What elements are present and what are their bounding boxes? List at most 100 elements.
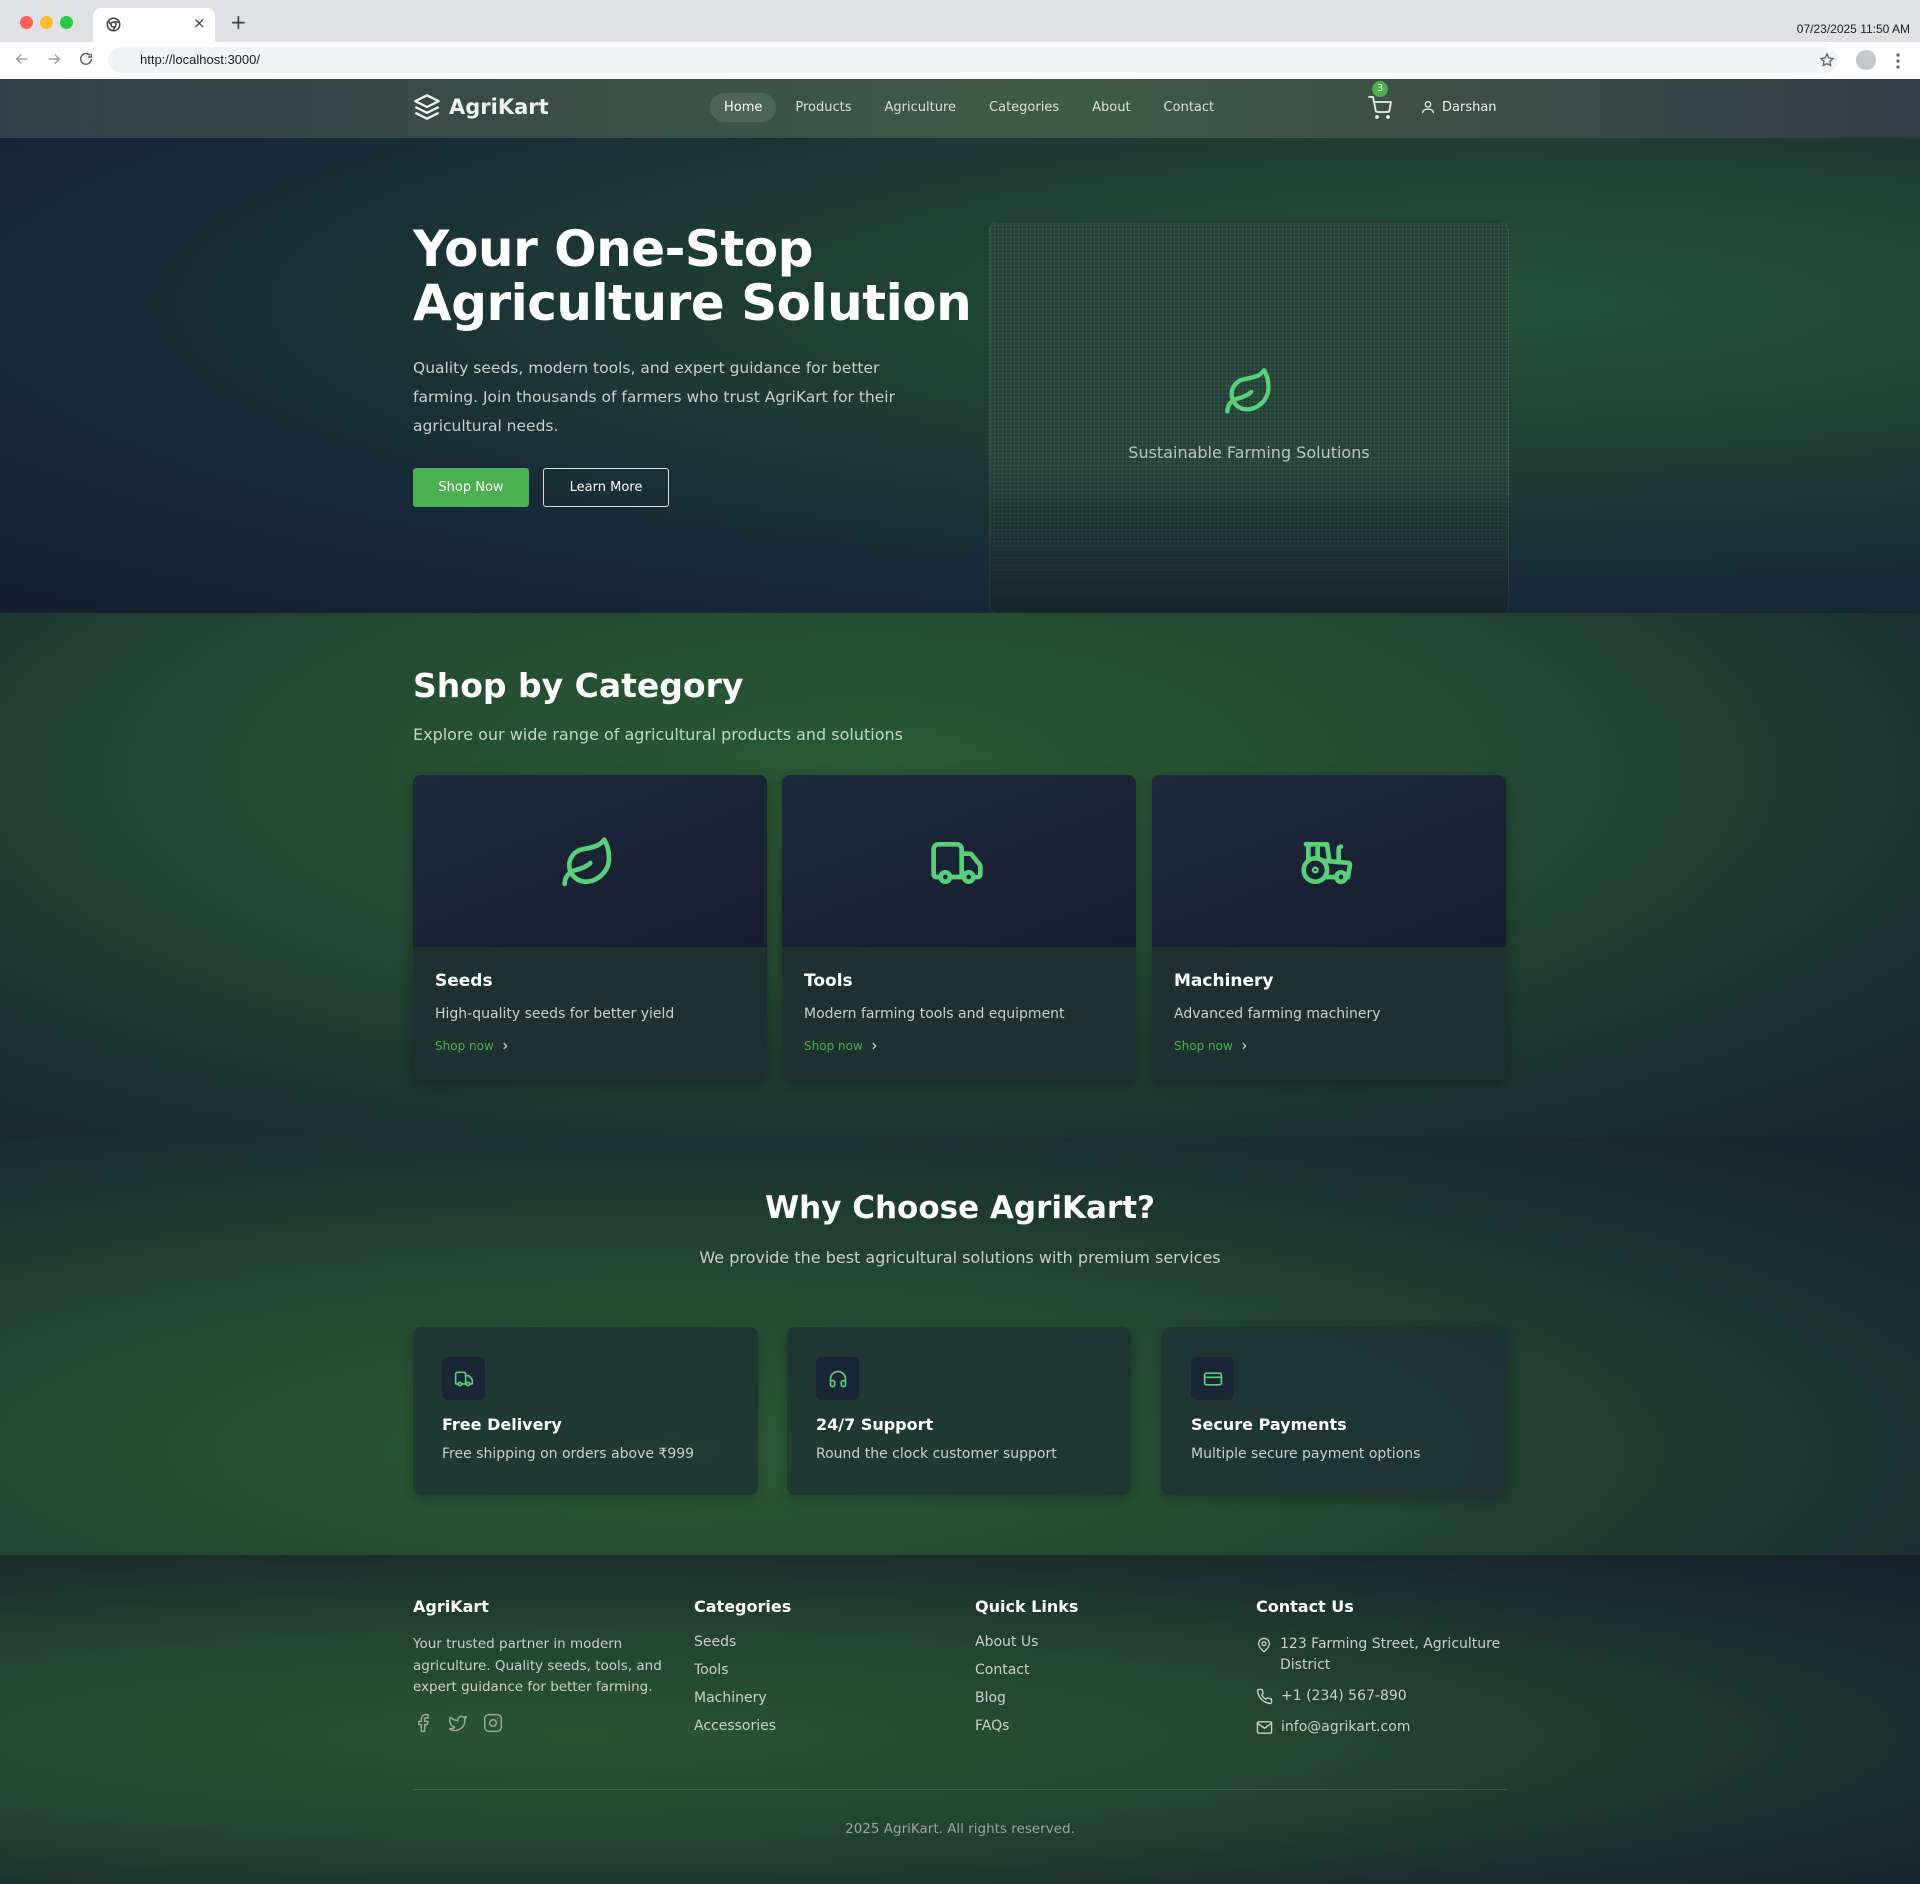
address-bar[interactable]: http://localhost:3000/ [108, 47, 1838, 73]
feature-description: Free shipping on orders above ₹999 [442, 1446, 695, 1462]
shop-now-link[interactable]: Shop now [804, 1039, 879, 1053]
close-window-button[interactable] [20, 16, 33, 29]
contact-phone-text: +1 (234) 567-890 [1281, 1688, 1407, 1704]
reload-icon[interactable] [78, 51, 94, 67]
footer-link-faqs[interactable]: FAQs [975, 1718, 1078, 1734]
site-footer: AgriKart Your trusted partner in modern … [0, 1555, 1920, 1884]
category-name: Machinery [1174, 971, 1274, 991]
footer-link-about-us[interactable]: About Us [975, 1634, 1078, 1650]
facebook-icon[interactable] [413, 1713, 433, 1733]
category-card-machinery[interactable]: Machinery Advanced farming machinery Sho… [1152, 775, 1506, 1080]
brand-name: AgriKart [449, 95, 549, 119]
learn-more-button[interactable]: Learn More [543, 468, 669, 507]
feature-description: Round the clock customer support [816, 1446, 1057, 1462]
cart-count-badge: 3 [1372, 81, 1388, 97]
feature-title: Free Delivery [442, 1415, 562, 1434]
contact-phone[interactable]: +1 (234) 567-890 [1256, 1686, 1506, 1707]
instagram-icon[interactable] [483, 1713, 503, 1733]
chevron-right-icon [1239, 1041, 1249, 1051]
feature-card-delivery: Free Delivery Free shipping on orders ab… [413, 1327, 758, 1495]
user-icon [1420, 99, 1436, 115]
feature-title: 24/7 Support [816, 1415, 934, 1434]
hero-image-card: Sustainable Farming Solutions [989, 221, 1509, 615]
feature-description: Multiple secure payment options [1191, 1446, 1421, 1462]
layers-icon [413, 93, 441, 121]
footer-categories: Categories Seeds Tools Machinery Accesso… [694, 1597, 791, 1746]
footer-contact-title: Contact Us [1256, 1597, 1354, 1616]
address-bar-url: http://localhost:3000/ [140, 52, 260, 67]
shop-now-button[interactable]: Shop Now [413, 468, 529, 507]
chrome-icon [106, 17, 121, 32]
phone-icon [1256, 1686, 1273, 1707]
hero-card-caption: Sustainable Farming Solutions [1128, 443, 1370, 462]
footer-quick-links: Quick Links About Us Contact Blog FAQs [975, 1597, 1078, 1746]
footer-contact: Contact Us 123 Farming Street, Agricultu… [1256, 1597, 1506, 1748]
footer-about: AgriKart Your trusted partner in modern … [413, 1597, 663, 1733]
page: AgriKart Home Products Agriculture Categ… [0, 79, 1920, 1884]
feature-title: Secure Payments [1191, 1415, 1347, 1434]
footer-about-text: Your trusted partner in modern agricultu… [413, 1636, 662, 1695]
category-description: Advanced farming machinery [1174, 1006, 1381, 1022]
nav-about[interactable]: About [1078, 93, 1144, 122]
shop-now-label: Shop now [1174, 1039, 1233, 1053]
browser-tab[interactable]: × [93, 8, 215, 42]
category-section: Shop by Category Explore our wide range … [0, 613, 1920, 1137]
brand-logo[interactable]: AgriKart [413, 93, 549, 121]
mail-icon [1256, 1717, 1273, 1738]
footer-link-tools[interactable]: Tools [694, 1662, 791, 1678]
nav-home[interactable]: Home [710, 93, 777, 122]
twitter-icon[interactable] [447, 1713, 469, 1733]
hero-subtitle: Quality seeds, modern tools, and expert … [413, 359, 895, 435]
category-card-seeds[interactable]: Seeds High-quality seeds for better yiel… [413, 775, 767, 1080]
contact-email[interactable]: info@agrikart.com [1256, 1717, 1506, 1738]
footer-link-machinery[interactable]: Machinery [694, 1690, 791, 1706]
category-title: Shop by Category [413, 666, 744, 705]
category-card-banner [1152, 775, 1506, 947]
footer-categories-title: Categories [694, 1597, 792, 1616]
why-subtitle: We provide the best agricultural solutio… [699, 1248, 1221, 1267]
browser-tab-strip: × + 07/23/2025 11:50 AM [0, 0, 1920, 42]
footer-link-contact[interactable]: Contact [975, 1662, 1078, 1678]
back-arrow-icon[interactable] [14, 51, 30, 67]
leaf-icon [560, 835, 616, 891]
cart-icon[interactable] [1368, 96, 1392, 120]
truck-icon [442, 1357, 485, 1400]
contact-address-text: 123 Farming Street, Agriculture District [1280, 1636, 1501, 1673]
nav-contact[interactable]: Contact [1150, 93, 1229, 122]
category-card-tools[interactable]: Tools Modern farming tools and equipment… [782, 775, 1136, 1080]
footer-brand: AgriKart [413, 1597, 489, 1616]
profile-avatar-icon[interactable] [1856, 50, 1876, 70]
footer-link-accessories[interactable]: Accessories [694, 1718, 791, 1734]
map-pin-icon [1256, 1634, 1272, 1676]
nav-categories[interactable]: Categories [975, 93, 1073, 122]
shop-now-label: Shop now [804, 1039, 863, 1053]
why-choose-section: Why Choose AgriKart? We provide the best… [0, 1137, 1920, 1555]
footer-link-seeds[interactable]: Seeds [694, 1634, 791, 1650]
social-links [413, 1713, 663, 1733]
category-subtitle: Explore our wide range of agricultural p… [413, 725, 903, 744]
truck-icon [929, 835, 985, 891]
browser-toolbar: http://localhost:3000/ [0, 42, 1920, 80]
footer-link-blog[interactable]: Blog [975, 1690, 1078, 1706]
shop-now-link[interactable]: Shop now [1174, 1039, 1249, 1053]
browser-menu-icon[interactable] [1896, 53, 1900, 69]
chevron-right-icon [500, 1041, 510, 1051]
feature-card-payments: Secure Payments Multiple secure payment … [1162, 1327, 1507, 1495]
credit-card-icon [1191, 1357, 1234, 1400]
tractor-icon [1299, 835, 1355, 891]
user-menu[interactable]: Darshan [1420, 99, 1497, 115]
new-tab-button[interactable]: + [230, 10, 247, 34]
nav-products[interactable]: Products [781, 93, 865, 122]
main-menu: Home Products Agriculture Categories Abo… [710, 93, 1233, 122]
user-name: Darshan [1442, 99, 1497, 115]
hero-title: Your One-Stop Agriculture Solution [413, 220, 972, 332]
tab-close-button[interactable]: × [193, 14, 206, 32]
minimize-window-button[interactable] [40, 16, 53, 29]
nav-agriculture[interactable]: Agriculture [871, 93, 971, 122]
why-title: Why Choose AgriKart? [764, 1190, 1156, 1226]
forward-arrow-icon[interactable] [46, 51, 62, 67]
maximize-window-button[interactable] [60, 16, 73, 29]
shop-now-link[interactable]: Shop now [435, 1039, 510, 1053]
bookmark-star-icon[interactable] [1819, 52, 1835, 68]
shop-now-label: Shop now [435, 1039, 494, 1053]
